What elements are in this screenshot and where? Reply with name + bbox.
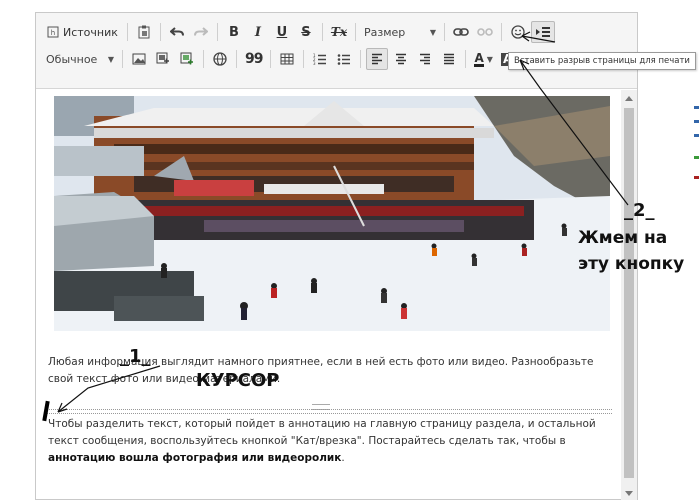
align-right-icon bbox=[420, 53, 431, 65]
align-left-button[interactable] bbox=[366, 48, 389, 70]
bullet-list-button[interactable] bbox=[333, 48, 355, 70]
svg-text:3: 3 bbox=[313, 61, 316, 65]
toolbar-row-1: h Источник B I U S Tx Размер ▼ bbox=[42, 19, 556, 45]
smiley-icon bbox=[511, 25, 525, 39]
toolbar-separator bbox=[122, 50, 123, 68]
annotation-cursor-label: КУРСОР bbox=[196, 370, 280, 391]
redo-icon bbox=[193, 27, 208, 36]
toolbar-separator bbox=[126, 23, 128, 41]
pagebreak-icon bbox=[536, 27, 550, 37]
page-break-tooltip: Вставить разрыв страницы для печати bbox=[508, 52, 696, 70]
table-button[interactable] bbox=[276, 48, 298, 70]
paste-icon bbox=[138, 25, 150, 39]
font-size-value: Размер bbox=[364, 25, 406, 39]
align-center-button[interactable] bbox=[390, 48, 412, 70]
annotation-step-1: _1_ bbox=[120, 346, 151, 367]
clear-format-icon: Tx bbox=[330, 25, 347, 39]
toolbar-row-2: Обычное ▼ 99 1 2 3 A ▼ bbox=[42, 46, 527, 72]
format-style-select[interactable]: Обычное ▼ bbox=[42, 48, 118, 70]
toolbar-separator bbox=[303, 50, 305, 68]
page-break-button[interactable] bbox=[531, 21, 555, 43]
unlink-icon bbox=[477, 28, 493, 36]
annotation-hint-line-1: Жмем на bbox=[578, 228, 668, 248]
undo-button[interactable] bbox=[166, 21, 188, 43]
image-upload-icon bbox=[180, 52, 193, 65]
undo-icon bbox=[169, 27, 184, 36]
toolbar-separator bbox=[236, 50, 237, 68]
svg-text:h: h bbox=[51, 29, 55, 37]
chevron-down-icon: ▼ bbox=[107, 54, 114, 64]
page-break-marker bbox=[46, 409, 612, 414]
toolbar-separator bbox=[159, 23, 161, 41]
source-button[interactable]: h Источник bbox=[43, 21, 122, 43]
globe-icon bbox=[213, 52, 227, 66]
quote-button[interactable]: 99 bbox=[242, 48, 265, 70]
align-justify-button[interactable] bbox=[438, 48, 460, 70]
scroll-down-icon[interactable] bbox=[625, 491, 633, 496]
scroll-up-icon[interactable] bbox=[625, 96, 633, 101]
paragraph-cut-bold: аннотацию вошла фотография или видеороли… bbox=[48, 452, 342, 464]
redo-button[interactable] bbox=[190, 21, 212, 43]
rich-text-editor: h Источник B I U S Tx Размер ▼ Обычное ▼… bbox=[35, 12, 638, 500]
text-color-button[interactable]: A ▼ bbox=[471, 48, 495, 70]
background-page-fragment bbox=[684, 86, 700, 206]
scrollbar-thumb[interactable] bbox=[624, 108, 634, 478]
text-color-icon: A bbox=[474, 50, 484, 67]
image-button[interactable] bbox=[128, 48, 150, 70]
media-icon bbox=[156, 52, 169, 64]
format-style-value: Обычное bbox=[46, 52, 98, 66]
unlink-button[interactable] bbox=[474, 21, 496, 43]
toolbar-separator bbox=[203, 50, 204, 68]
editor-toolbar: h Источник B I U S Tx Размер ▼ Обычное ▼… bbox=[36, 13, 637, 89]
numbered-list-button[interactable]: 123 bbox=[309, 48, 331, 70]
toolbar-separator bbox=[501, 23, 502, 41]
media-button[interactable] bbox=[152, 48, 174, 70]
strike-button[interactable]: S bbox=[295, 21, 317, 43]
ski-resort-photo bbox=[54, 96, 610, 331]
source-label: Источник bbox=[63, 25, 118, 39]
toolbar-separator bbox=[444, 23, 445, 41]
image-icon bbox=[132, 53, 146, 65]
link-icon bbox=[453, 28, 469, 36]
paragraph-cut-end: . bbox=[341, 452, 345, 464]
align-center-icon bbox=[396, 53, 407, 65]
font-size-select[interactable]: Размер ▼ bbox=[360, 21, 440, 43]
numbered-list-icon: 123 bbox=[313, 53, 327, 65]
editor-scrollbar[interactable] bbox=[621, 90, 637, 500]
chevron-down-icon: ▼ bbox=[429, 27, 436, 37]
clear-format-button[interactable]: Tx bbox=[328, 21, 350, 43]
table-icon bbox=[280, 53, 294, 65]
underline-button[interactable]: U bbox=[271, 21, 293, 43]
bold-button[interactable]: B bbox=[223, 21, 245, 43]
align-left-icon bbox=[372, 53, 383, 65]
editor-content[interactable]: Любая информация выглядит намного приятн… bbox=[36, 90, 622, 500]
align-justify-icon bbox=[444, 53, 455, 65]
toolbar-separator bbox=[465, 50, 467, 68]
toolbar-separator bbox=[321, 23, 323, 41]
annotation-step-2: _2_ bbox=[624, 200, 655, 221]
image-upload-button[interactable] bbox=[176, 48, 198, 70]
toolbar-separator bbox=[216, 23, 218, 41]
bullet-list-icon bbox=[338, 54, 351, 65]
annotation-hint-line-2: эту кнопку bbox=[578, 254, 685, 274]
toolbar-separator bbox=[355, 23, 356, 41]
embed-button[interactable] bbox=[209, 48, 231, 70]
chevron-down-icon: ▼ bbox=[486, 54, 493, 64]
paste-button[interactable] bbox=[133, 21, 155, 43]
toolbar-separator bbox=[360, 50, 362, 68]
link-button[interactable] bbox=[450, 21, 472, 43]
align-right-button[interactable] bbox=[414, 48, 436, 70]
paragraph-cut-text: Чтобы разделить текст, который пойдет в … bbox=[48, 418, 596, 447]
toolbar-separator bbox=[270, 50, 272, 68]
paragraph-cut-tip: Чтобы разделить текст, который пойдет в … bbox=[48, 416, 608, 467]
source-icon: h bbox=[47, 26, 59, 38]
italic-button[interactable]: I bbox=[247, 21, 269, 43]
smiley-button[interactable] bbox=[507, 21, 529, 43]
